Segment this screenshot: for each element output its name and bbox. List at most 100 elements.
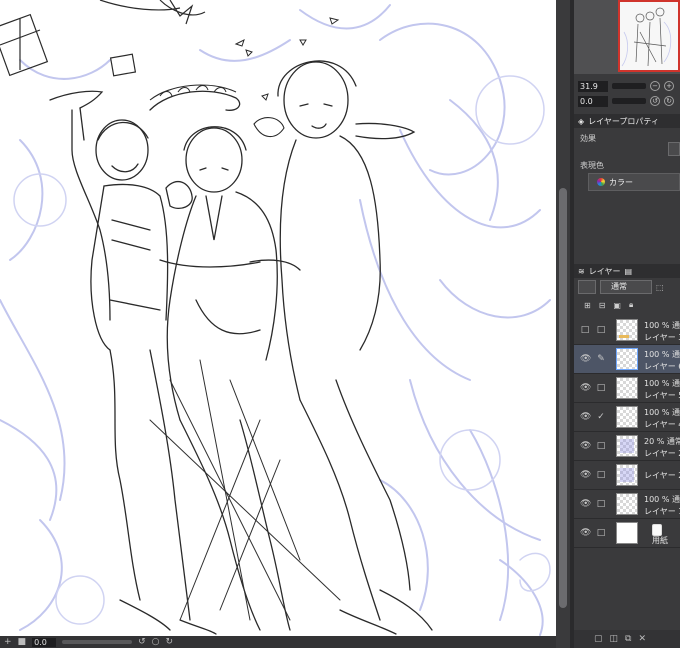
layer-opacity: 100 %: [644, 379, 670, 388]
layers-icon: ≋: [578, 266, 585, 276]
check-icon[interactable]: ✓: [596, 412, 606, 422]
layer-name: レイヤー 3: [644, 333, 680, 342]
layer-name: レイヤー 2: [644, 449, 680, 458]
layer-thumbnail: [616, 377, 638, 399]
effect-label: 効果: [580, 134, 596, 143]
reference-icon[interactable]: ⊟: [599, 301, 606, 310]
layer-panel-footer: ▢ ◫ ⧉ ✕: [574, 630, 680, 648]
layer-row[interactable]: 👁︎ □ 100 % 通常レイヤー 5: [574, 374, 680, 403]
eye-icon[interactable]: 👁︎: [580, 412, 591, 422]
eye-icon[interactable]: 👁︎: [580, 470, 591, 480]
layer-opacity-mode: 100 % 通常: [644, 378, 680, 389]
tab-layer[interactable]: レイヤー: [589, 266, 621, 277]
edit-pen-icon[interactable]: ✎: [596, 354, 606, 364]
layer-opacity-mode: 20 % 通常: [644, 436, 680, 447]
layer-name: レイヤー 2: [644, 471, 680, 480]
lock-toggle-icon[interactable]: □: [596, 499, 606, 509]
thumbnail-rough: [620, 439, 634, 453]
new-folder-icon[interactable]: ◫: [610, 634, 619, 644]
layer-tab-bar: ≋ レイヤー ▤: [574, 264, 680, 278]
layer-property-icon: ◈: [578, 116, 585, 126]
layer-thumbnail: [616, 464, 638, 486]
rotate-icon[interactable]: ↻: [664, 96, 674, 106]
lock-icon[interactable]: 🔒︎: [629, 300, 633, 310]
eye-icon[interactable]: 👁︎: [580, 528, 591, 538]
tab-layer-property[interactable]: レイヤープロパティ: [588, 116, 659, 127]
layer-row[interactable]: 👁︎ ✓ 100 % 通常レイヤー 4: [574, 403, 680, 432]
layer-name: レイヤー 1: [644, 507, 680, 516]
square-icon[interactable]: ■: [18, 637, 27, 647]
rotate-left-icon[interactable]: ↺: [138, 637, 146, 647]
layer-mode: 通常: [671, 379, 680, 388]
drawing-canvas[interactable]: [0, 0, 556, 636]
navigator-preview[interactable]: [618, 0, 680, 72]
add-icon[interactable]: +: [4, 637, 12, 647]
layer-thumbnail: [616, 435, 638, 457]
mask-icon[interactable]: ▣: [613, 301, 621, 310]
rotate-field[interactable]: 0.0: [578, 95, 608, 107]
layer-name: レイヤー 6: [644, 362, 680, 371]
delete-icon[interactable]: ✕: [638, 634, 646, 644]
expression-color-button[interactable]: カラー: [588, 173, 680, 191]
lock-toggle-icon[interactable]: □: [596, 325, 606, 335]
lock-toggle-icon[interactable]: □: [596, 528, 606, 538]
rotate-slider[interactable]: [612, 98, 646, 104]
scrollbar-thumb[interactable]: [559, 188, 567, 608]
layer-row[interactable]: 👁︎ □ 用紙: [574, 519, 680, 548]
layer-row[interactable]: 👁︎ □ レイヤー 2: [574, 461, 680, 490]
clip-icon[interactable]: ⊞: [584, 301, 591, 310]
layer-row[interactable]: 👁︎ ✎ 100 % 通常レイヤー 6: [574, 345, 680, 374]
eye-icon[interactable]: 👁︎: [580, 441, 591, 451]
film-icon[interactable]: ▤: [624, 267, 632, 276]
layer-opacity: 100 %: [644, 495, 670, 504]
reset-icon[interactable]: ○: [152, 637, 160, 647]
effect-search-button[interactable]: [668, 142, 680, 156]
expression-color-label: 表現色: [580, 161, 604, 170]
layer-name: レイヤー 4: [644, 420, 680, 429]
blend-mode-select[interactable]: 通常: [600, 280, 652, 294]
layer-thumbnail: [616, 522, 638, 544]
layer-color-box[interactable]: [578, 280, 596, 294]
layer-name: レイヤー 5: [644, 391, 680, 400]
layer-mode: 通常: [671, 321, 680, 330]
layer-name: 用紙: [652, 536, 668, 545]
layer-thumbnail: [616, 406, 638, 428]
layer-opacity: 100 %: [644, 321, 670, 330]
zoom-field[interactable]: 31.9: [578, 80, 608, 92]
thumbnail-mark: [619, 335, 629, 338]
color-wheel-icon: [597, 178, 605, 186]
navigator-panel[interactable]: [574, 0, 680, 74]
zoom-slider[interactable]: [612, 83, 646, 89]
layer-row[interactable]: 👁︎ □ 100 % 通常レイヤー 1: [574, 490, 680, 519]
copy-layer-icon[interactable]: ⧉: [625, 634, 631, 644]
zoom-in-icon[interactable]: +: [664, 81, 674, 91]
layer-thumbnail: [616, 348, 638, 370]
rotate-right-icon[interactable]: ↻: [165, 637, 173, 647]
eye-icon[interactable]: 👁︎: [580, 354, 591, 364]
right-panel: 31.9 − + 0.0 ↺ ↻ ◈ レイヤープロパティ 効果 表現色 カラー …: [570, 0, 680, 648]
layer-opacity: 100 %: [644, 350, 670, 359]
color-button-label: カラー: [609, 177, 633, 187]
zoom-out-icon[interactable]: −: [650, 81, 660, 91]
new-layer-icon[interactable]: ▢: [594, 634, 603, 644]
rotate-reset-icon[interactable]: ↺: [650, 96, 660, 106]
rotate-row: 0.0 ↺ ↻: [578, 95, 674, 107]
layer-blend-row: 通常 ⬚: [574, 278, 680, 296]
lock-toggle-icon[interactable]: □: [596, 441, 606, 451]
lock-toggle-icon[interactable]: □: [596, 470, 606, 480]
lock-toggle-icon[interactable]: □: [596, 383, 606, 393]
rotation-field[interactable]: 0.0: [32, 637, 57, 647]
layer-row[interactable]: □ □ 100 % 通常レイヤー 3: [574, 316, 680, 345]
layer-mode: 通常: [671, 495, 680, 504]
rotation-slider[interactable]: [62, 640, 133, 644]
layer-mode: 通常: [666, 437, 680, 446]
layer-row[interactable]: 👁︎ □ 20 % 通常 レイヤー 2: [574, 432, 680, 461]
eye-icon[interactable]: 👁︎: [580, 383, 591, 393]
eye-hidden-icon[interactable]: □: [580, 325, 590, 335]
thumbnail-rough: [620, 468, 634, 482]
layer-tool-row: ⊞ ⊟ ▣ 🔒︎: [574, 298, 680, 312]
eye-icon[interactable]: 👁︎: [580, 499, 591, 509]
zoom-row: 31.9 − +: [578, 80, 674, 92]
canvas-vertical-scrollbar[interactable]: [556, 0, 570, 648]
opacity-toggle-icon[interactable]: ⬚: [656, 283, 664, 292]
